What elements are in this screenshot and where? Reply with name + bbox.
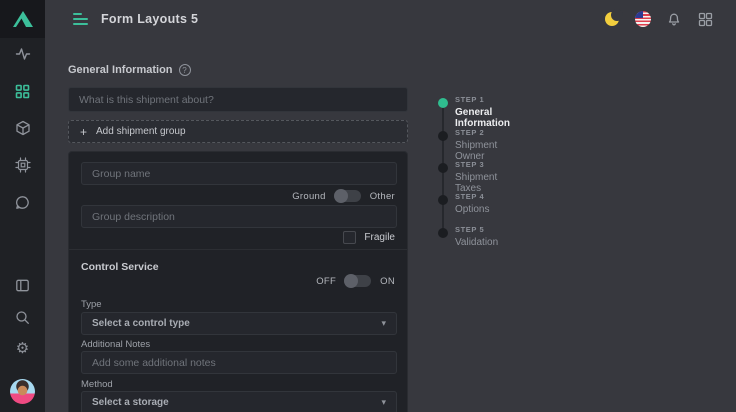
user-avatar[interactable] xyxy=(10,379,35,404)
step-dot xyxy=(438,163,448,173)
section-title: General Information xyxy=(68,64,173,76)
sidebar-item-chat-icon[interactable] xyxy=(0,190,45,214)
method-value: Select a storage xyxy=(92,397,169,408)
additional-notes-input[interactable] xyxy=(81,351,397,374)
off-label: OFF xyxy=(316,276,336,287)
method-label: Method xyxy=(81,379,113,390)
bell-icon[interactable] xyxy=(665,10,683,28)
sidebar-item-cube-icon[interactable] xyxy=(0,116,45,140)
add-shipment-group-label: Add shipment group xyxy=(96,126,186,137)
logo-icon[interactable] xyxy=(0,0,45,38)
group-description-input[interactable] xyxy=(81,205,397,228)
sidebar-item-activity-icon[interactable] xyxy=(0,42,45,66)
top-header: Form Layouts 5 xyxy=(45,0,736,38)
stepper-step-5[interactable]: STEP 5 Validation xyxy=(436,225,498,248)
theme-moon-icon[interactable] xyxy=(603,10,621,28)
step-dot xyxy=(438,131,448,141)
step-title: Shipment Owner xyxy=(455,140,497,162)
add-shipment-group-button[interactable]: + Add shipment group xyxy=(68,120,408,143)
header-actions xyxy=(603,10,736,28)
shipment-about-input[interactable] xyxy=(68,87,408,112)
plus-icon: + xyxy=(80,126,87,138)
other-label: Other xyxy=(370,191,395,202)
page-title: Form Layouts 5 xyxy=(101,12,198,26)
card-divider xyxy=(69,249,407,250)
control-type-select[interactable]: Select a control type ▾ xyxy=(81,312,397,335)
language-flag-icon[interactable] xyxy=(634,10,652,28)
control-type-value: Select a control type xyxy=(92,318,190,329)
notes-label: Additional Notes xyxy=(81,339,150,350)
shipment-group-card: Ground Other Fragile Control Service OFF… xyxy=(68,151,408,412)
stepper-step-1[interactable]: STEP 1 General Information xyxy=(436,95,510,129)
control-service-toggle[interactable] xyxy=(345,275,371,287)
step-label: STEP 4 xyxy=(455,192,489,201)
method-select[interactable]: Select a storage ▾ xyxy=(81,391,397,412)
step-title: Options xyxy=(455,204,489,215)
section-head: General Information ? xyxy=(68,64,191,76)
ground-other-toggle[interactable] xyxy=(335,190,361,202)
help-icon[interactable]: ? xyxy=(179,64,191,76)
step-dot xyxy=(438,195,448,205)
step-label: STEP 2 xyxy=(455,128,497,137)
sidebar-item-layouts-icon[interactable] xyxy=(0,79,45,103)
group-name-input[interactable] xyxy=(81,162,397,185)
step-dot xyxy=(438,98,448,108)
fragile-label: Fragile xyxy=(364,232,395,243)
on-label: ON xyxy=(380,276,395,287)
sidebar: ⚙ xyxy=(0,0,45,412)
ground-label: Ground xyxy=(292,191,326,202)
off-on-toggle-row: OFF ON xyxy=(316,275,395,287)
step-dot xyxy=(438,228,448,238)
apps-grid-icon[interactable] xyxy=(696,10,714,28)
stepper-step-3[interactable]: STEP 3 Shipment Taxes xyxy=(436,160,497,194)
sidebar-collapse-icon[interactable] xyxy=(0,273,45,297)
step-title: General Information xyxy=(455,107,510,129)
step-title: Validation xyxy=(455,237,498,248)
stepper-step-4[interactable]: STEP 4 Options xyxy=(436,192,489,215)
chevron-down-icon: ▾ xyxy=(381,397,386,408)
settings-gear-icon[interactable]: ⚙ xyxy=(0,336,45,360)
search-icon[interactable] xyxy=(0,305,45,329)
type-label: Type xyxy=(81,299,102,310)
step-label: STEP 3 xyxy=(455,160,497,169)
stepper-step-2[interactable]: STEP 2 Shipment Owner xyxy=(436,128,497,162)
step-title: Shipment Taxes xyxy=(455,172,497,194)
fragile-checkbox[interactable] xyxy=(343,231,356,244)
step-label: STEP 1 xyxy=(455,95,510,104)
fragile-row: Fragile xyxy=(343,231,395,244)
control-service-title: Control Service xyxy=(81,261,159,273)
chevron-down-icon: ▾ xyxy=(381,318,386,329)
menu-icon[interactable] xyxy=(73,13,89,25)
app-window: Form Layouts 5 xyxy=(0,0,736,412)
sidebar-item-cpu-icon[interactable] xyxy=(0,153,45,177)
step-label: STEP 5 xyxy=(455,225,498,234)
ground-other-toggle-row: Ground Other xyxy=(292,190,395,202)
